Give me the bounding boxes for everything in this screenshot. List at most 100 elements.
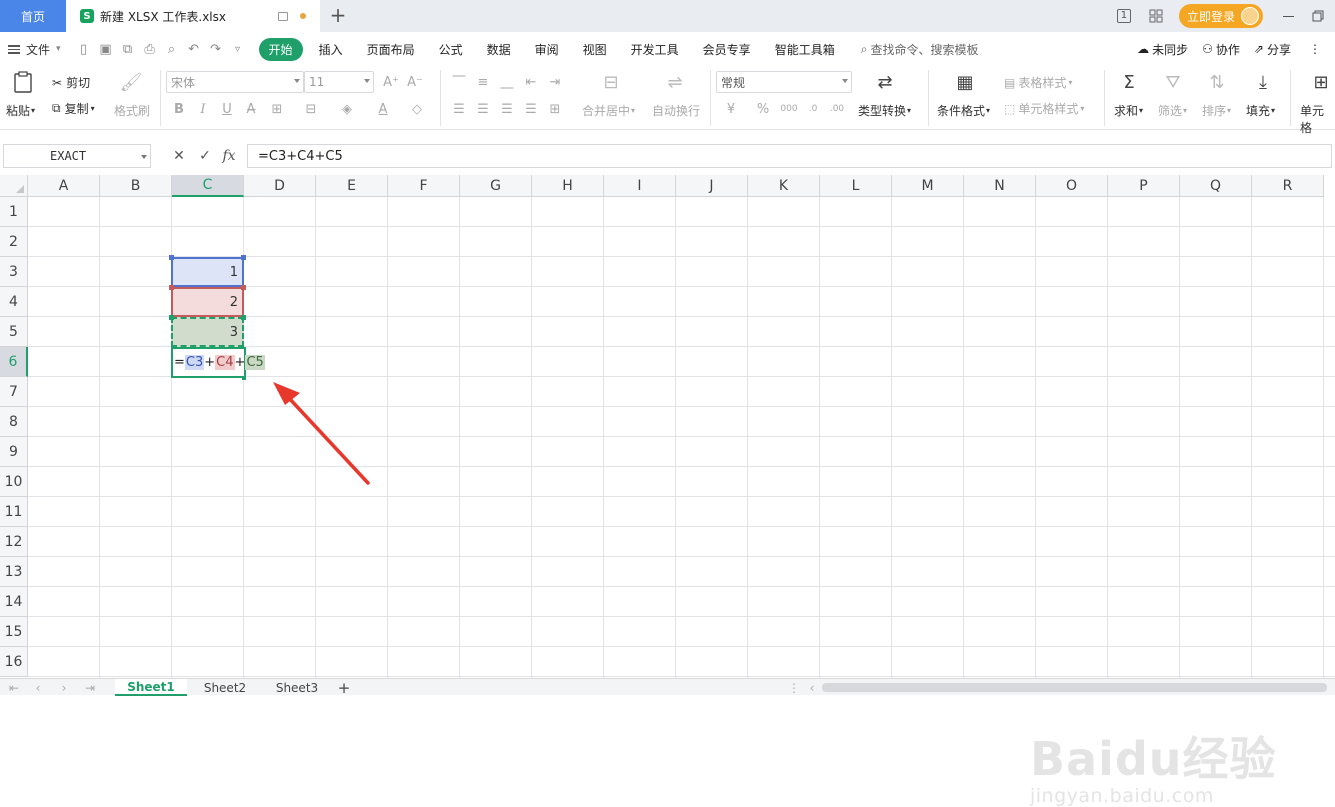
fill-handle[interactable] — [242, 376, 246, 380]
underline-icon[interactable]: U — [218, 100, 236, 118]
menu-insert[interactable]: 插入 — [307, 41, 355, 58]
paste-button[interactable]: 粘贴 ▾ — [6, 102, 35, 119]
row-header-8[interactable]: 8 — [0, 407, 28, 437]
cell-c5[interactable]: 3 — [171, 317, 244, 347]
increase-font-icon[interactable]: A⁺ — [382, 73, 400, 91]
menu-review[interactable]: 审阅 — [523, 41, 571, 58]
cell-button[interactable]: 单元格 — [1300, 102, 1335, 136]
new-tab-button[interactable]: + — [328, 3, 348, 27]
range-handle[interactable] — [169, 315, 174, 320]
sum-button[interactable]: 求和 ▾ — [1114, 102, 1143, 119]
merge-center-button[interactable]: 合并居中 ▾ — [582, 102, 635, 119]
indent-increase-icon[interactable]: ⇥ — [546, 73, 564, 91]
column-header-q[interactable]: Q — [1180, 175, 1252, 197]
name-box[interactable]: EXACT — [3, 144, 151, 168]
decrease-font-icon[interactable]: A⁻ — [406, 73, 424, 91]
align-center-icon[interactable]: ☰ — [474, 100, 492, 118]
fill-button[interactable]: 填充 ▾ — [1246, 102, 1275, 119]
sort-icon[interactable]: ⇅ — [1204, 70, 1230, 94]
customize-toolbar-icon[interactable]: ▿ — [227, 39, 249, 59]
scroll-left-icon[interactable]: ‹ — [802, 679, 822, 696]
range-handle[interactable] — [241, 285, 246, 290]
align-bottom-icon[interactable]: ⎽ — [498, 73, 516, 91]
cancel-formula-icon[interactable]: ✕ — [170, 146, 188, 166]
column-header-l[interactable]: L — [820, 175, 892, 197]
more-options-icon[interactable]: ⋮ — [1309, 42, 1321, 56]
currency-icon[interactable]: ¥ — [722, 100, 740, 118]
scroll-split-icon[interactable]: ⋮ — [784, 679, 804, 696]
login-button[interactable]: 立即登录 — [1178, 4, 1263, 28]
range-handle[interactable] — [169, 255, 174, 260]
cell-icon[interactable]: ⊞ — [1308, 70, 1334, 94]
align-right-icon[interactable]: ☰ — [498, 100, 516, 118]
column-header-a[interactable]: A — [28, 175, 100, 197]
column-header-r[interactable]: R — [1252, 175, 1324, 197]
sort-button[interactable]: 排序 ▾ — [1202, 102, 1231, 119]
type-convert-button[interactable]: 类型转换 ▾ — [858, 102, 911, 119]
collaborate-button[interactable]: ⚇ 协作 — [1202, 41, 1240, 58]
row-header-7[interactable]: 7 — [0, 377, 28, 407]
cut-button[interactable]: ✂ 剪切 — [52, 74, 90, 91]
number-format-select[interactable]: 常规 — [716, 71, 852, 93]
cell-style-brush-icon[interactable]: ⊟ — [302, 100, 320, 118]
sheet-tab-3[interactable]: Sheet3 — [262, 679, 332, 696]
column-header-j[interactable]: J — [676, 175, 748, 197]
row-header-11[interactable]: 11 — [0, 497, 28, 527]
column-header-i[interactable]: I — [604, 175, 676, 197]
column-header-g[interactable]: G — [460, 175, 532, 197]
last-sheet-icon[interactable]: ⇥ — [80, 679, 100, 696]
column-header-c[interactable]: C — [172, 175, 244, 197]
formula-input[interactable]: =C3+C4+C5 — [247, 144, 1332, 168]
confirm-formula-icon[interactable]: ✓ — [196, 146, 214, 166]
copy-button[interactable]: ⧉ 复制 ▾ — [52, 100, 95, 117]
pin-tab-icon[interactable] — [278, 11, 288, 21]
strikethrough-icon[interactable]: A̶ — [242, 100, 260, 118]
home-tab[interactable]: 首页 — [0, 0, 66, 32]
filter-icon[interactable]: ⛛ — [1160, 70, 1186, 94]
row-header-6[interactable]: 6 — [0, 347, 28, 377]
bold-icon[interactable]: B — [170, 100, 188, 118]
column-header-h[interactable]: H — [532, 175, 604, 197]
range-handle[interactable] — [169, 285, 174, 290]
align-left-icon[interactable]: ☰ — [450, 100, 468, 118]
save-icon[interactable]: ▣ — [95, 39, 117, 59]
grid-apps-icon[interactable] — [1145, 5, 1167, 27]
restore-icon[interactable] — [1307, 5, 1329, 27]
row-header-2[interactable]: 2 — [0, 227, 28, 257]
column-header-d[interactable]: D — [244, 175, 316, 197]
borders-icon[interactable]: ⊞ — [268, 100, 286, 118]
cell-c4[interactable]: 2 — [171, 287, 244, 317]
menu-developer[interactable]: 开发工具 — [619, 41, 691, 58]
percent-icon[interactable]: % — [754, 100, 772, 118]
command-search[interactable]: ⌕ 查找命令、搜索模板 — [847, 41, 979, 58]
cell-style-button[interactable]: ⬚ 单元格样式 ▾ — [1004, 100, 1084, 117]
undo-icon[interactable]: ↶ — [183, 39, 205, 59]
share-button[interactable]: ⇗ 分享 — [1254, 41, 1291, 58]
row-header-3[interactable]: 3 — [0, 257, 28, 287]
export-icon[interactable]: ⧉ — [117, 39, 139, 59]
font-name-select[interactable]: 宋体 — [166, 71, 304, 93]
align-top-icon[interactable]: ⎺ — [450, 73, 468, 91]
wrap-text-icon[interactable]: ⇌ — [662, 70, 688, 94]
document-tab[interactable]: S 新建 XLSX 工作表.xlsx — [66, 0, 320, 32]
new-file-icon[interactable]: ▯ — [73, 39, 95, 59]
increase-decimal-icon[interactable]: .0 — [804, 100, 822, 118]
filter-button[interactable]: 筛选 ▾ — [1158, 102, 1187, 119]
sum-icon[interactable]: Σ — [1116, 70, 1142, 94]
font-color-icon[interactable]: A — [374, 100, 392, 118]
horizontal-scrollbar[interactable] — [822, 683, 1327, 692]
clear-format-icon[interactable]: ◇ — [408, 100, 426, 118]
menu-data[interactable]: 数据 — [475, 41, 523, 58]
row-header-10[interactable]: 10 — [0, 467, 28, 497]
merge-center-icon[interactable]: ⊟ — [598, 70, 624, 94]
cell-c6-editing[interactable]: = C3 + C4 + C5 — [171, 347, 265, 378]
minimize-icon[interactable] — [1277, 5, 1299, 27]
indent-decrease-icon[interactable]: ⇤ — [522, 73, 540, 91]
redo-icon[interactable]: ↷ — [205, 39, 227, 59]
italic-icon[interactable]: I — [194, 100, 212, 118]
page-count-icon[interactable]: 1 — [1111, 5, 1137, 27]
sheet-tab-1[interactable]: Sheet1 — [115, 679, 187, 696]
conditional-format-button[interactable]: 条件格式 ▾ — [937, 102, 990, 119]
menu-start[interactable]: 开始 — [258, 37, 303, 61]
range-handle[interactable] — [241, 255, 246, 260]
